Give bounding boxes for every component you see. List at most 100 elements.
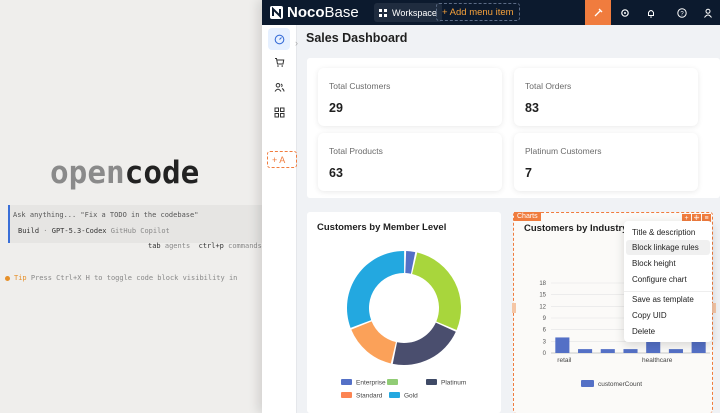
menu-divider — [624, 291, 712, 292]
help-button[interactable]: ? — [669, 0, 695, 25]
hint-ctrlp: ctrl+p — [198, 242, 224, 250]
stat-card-platinum-customers: Platinum Customers 7 — [514, 133, 698, 191]
add-menu-item-button[interactable]: + Add menu item — [436, 3, 520, 21]
menu-item-block-linkage-rules[interactable]: Block linkage rules — [632, 243, 699, 252]
stat-card-total-customers: Total Customers 29 — [318, 68, 502, 126]
x-tick-label: retail — [557, 357, 572, 364]
scroll-handle-left[interactable] — [512, 303, 516, 313]
tip-text: Press Ctrl+X H to toggle code block visi… — [30, 274, 238, 282]
user-button[interactable] — [695, 0, 720, 25]
menu-item-copy-uid[interactable]: Copy UID — [632, 311, 667, 320]
legend-label: Standard — [356, 393, 383, 400]
menu-item-configure-chart[interactable]: Configure chart — [632, 275, 687, 284]
question-icon: ? — [677, 7, 687, 18]
build-model: GPT-5.3-Codex — [51, 227, 107, 235]
side-nav: + A — [262, 25, 297, 413]
y-tick-label: 6 — [543, 328, 547, 334]
hint-tab: tab — [148, 242, 161, 250]
bar[interactable] — [555, 337, 570, 353]
y-tick-label: 3 — [543, 339, 547, 345]
nav-add-menu-button[interactable]: + A — [267, 151, 297, 168]
menu-item-save-as-template[interactable]: Save as template — [632, 295, 694, 304]
y-tick-label: 12 — [539, 304, 546, 310]
donut-slice[interactable] — [347, 251, 405, 328]
stat-value: 83 — [525, 101, 539, 115]
legend-swatch[interactable] — [389, 392, 400, 398]
stat-value: 7 — [525, 166, 532, 180]
hint-agents: agents — [164, 242, 191, 250]
apps-icon — [274, 107, 284, 117]
stat-label: Total Orders — [525, 81, 572, 91]
menu-item-block-height[interactable]: Block height — [632, 259, 676, 268]
bell-icon — [648, 9, 654, 18]
stat-value: 63 — [329, 166, 343, 180]
top-bar: Noco Base Workspace + Add menu item ? — [262, 0, 720, 25]
brand-logo[interactable]: Noco Base — [270, 3, 359, 22]
legend-swatch[interactable] — [341, 392, 352, 398]
terminal-pane: opencode Ask anything... "Fix a TODO in … — [0, 0, 270, 413]
build-line: Build · GPT-5.3-Codex GitHub Copilot — [18, 227, 170, 235]
charts-tag: Charts — [514, 212, 541, 221]
legend-swatch[interactable] — [387, 379, 398, 385]
x-tick-label: healthcare — [642, 357, 673, 364]
chart-member-level: Customers by Member Level Enterprise Plat… — [307, 212, 501, 413]
menu-item-delete[interactable]: Delete — [632, 327, 655, 336]
donut-slice[interactable] — [392, 322, 456, 365]
user-icon — [704, 8, 712, 18]
ui-editor-button[interactable] — [585, 0, 611, 25]
notifications-button[interactable] — [638, 0, 664, 25]
stat-value: 29 — [329, 101, 343, 115]
donut-slice[interactable] — [412, 252, 461, 330]
hint-commands: commands — [228, 242, 262, 250]
tip-label: Tip — [14, 274, 27, 282]
menu-item-title-description[interactable]: Title & description — [632, 228, 695, 237]
legend-swatch[interactable] — [341, 379, 352, 385]
page-title: Sales Dashboard — [306, 31, 408, 45]
cart-icon — [274, 57, 284, 67]
bar[interactable] — [578, 349, 593, 353]
stat-label: Platinum Customers — [525, 146, 602, 156]
workspace-label: Workspace — [392, 7, 437, 18]
nocobase-logo-icon — [270, 6, 283, 19]
nav-item-dashboard[interactable] — [268, 28, 290, 50]
bar[interactable] — [668, 349, 683, 353]
y-tick-label: 15 — [539, 293, 546, 299]
stats-panel: Total Customers 29 Total Orders 83 Total… — [307, 58, 720, 198]
stat-card-total-orders: Total Orders 83 — [514, 68, 698, 126]
build-provider: GitHub Copilot — [110, 227, 170, 235]
nav-item-customers[interactable] — [268, 76, 290, 98]
tip-line: Tip Press Ctrl+X H to toggle code block … — [5, 274, 237, 282]
block-context-menu: Title & description Block linkage rules … — [624, 221, 712, 342]
workspace-button[interactable]: Workspace — [374, 3, 442, 22]
bar[interactable] — [623, 349, 638, 353]
nav-item-products[interactable] — [268, 101, 290, 123]
build-sep: · — [43, 227, 48, 235]
grid-icon — [379, 8, 387, 17]
prompt-input[interactable]: Ask anything... "Fix a TODO in the codeb… — [13, 211, 198, 219]
legend-swatch[interactable] — [426, 379, 437, 385]
donut-chart: Enterprise Platinum Standard Gold — [341, 251, 466, 400]
legend-label: Gold — [404, 393, 418, 400]
opencode-logo: opencode — [50, 155, 200, 191]
legend-label: customerCount — [598, 381, 642, 388]
brush-icon — [594, 8, 603, 16]
legend-label: Enterprise — [356, 380, 386, 387]
stat-label: Total Customers — [329, 81, 391, 91]
stat-card-total-products: Total Products 63 — [318, 133, 502, 191]
tip-dot-icon — [5, 275, 10, 281]
build-label: Build — [18, 227, 40, 235]
hints-line: tab agents ctrl+p commands — [148, 242, 262, 250]
legend-swatch[interactable] — [581, 380, 594, 387]
y-tick-label: 0 — [543, 351, 547, 357]
stat-label: Total Products — [329, 146, 383, 156]
bar[interactable] — [691, 341, 706, 353]
donut-slice[interactable] — [351, 321, 396, 364]
nav-item-orders[interactable] — [268, 51, 290, 73]
scroll-handle-right[interactable] — [712, 303, 716, 313]
breadcrumb-arrow-icon: › — [295, 38, 298, 48]
bar[interactable] — [600, 349, 615, 353]
settings-button[interactable] — [612, 0, 638, 25]
users-icon — [274, 82, 284, 92]
bar[interactable] — [646, 341, 661, 353]
dashboard-icon — [274, 34, 284, 44]
